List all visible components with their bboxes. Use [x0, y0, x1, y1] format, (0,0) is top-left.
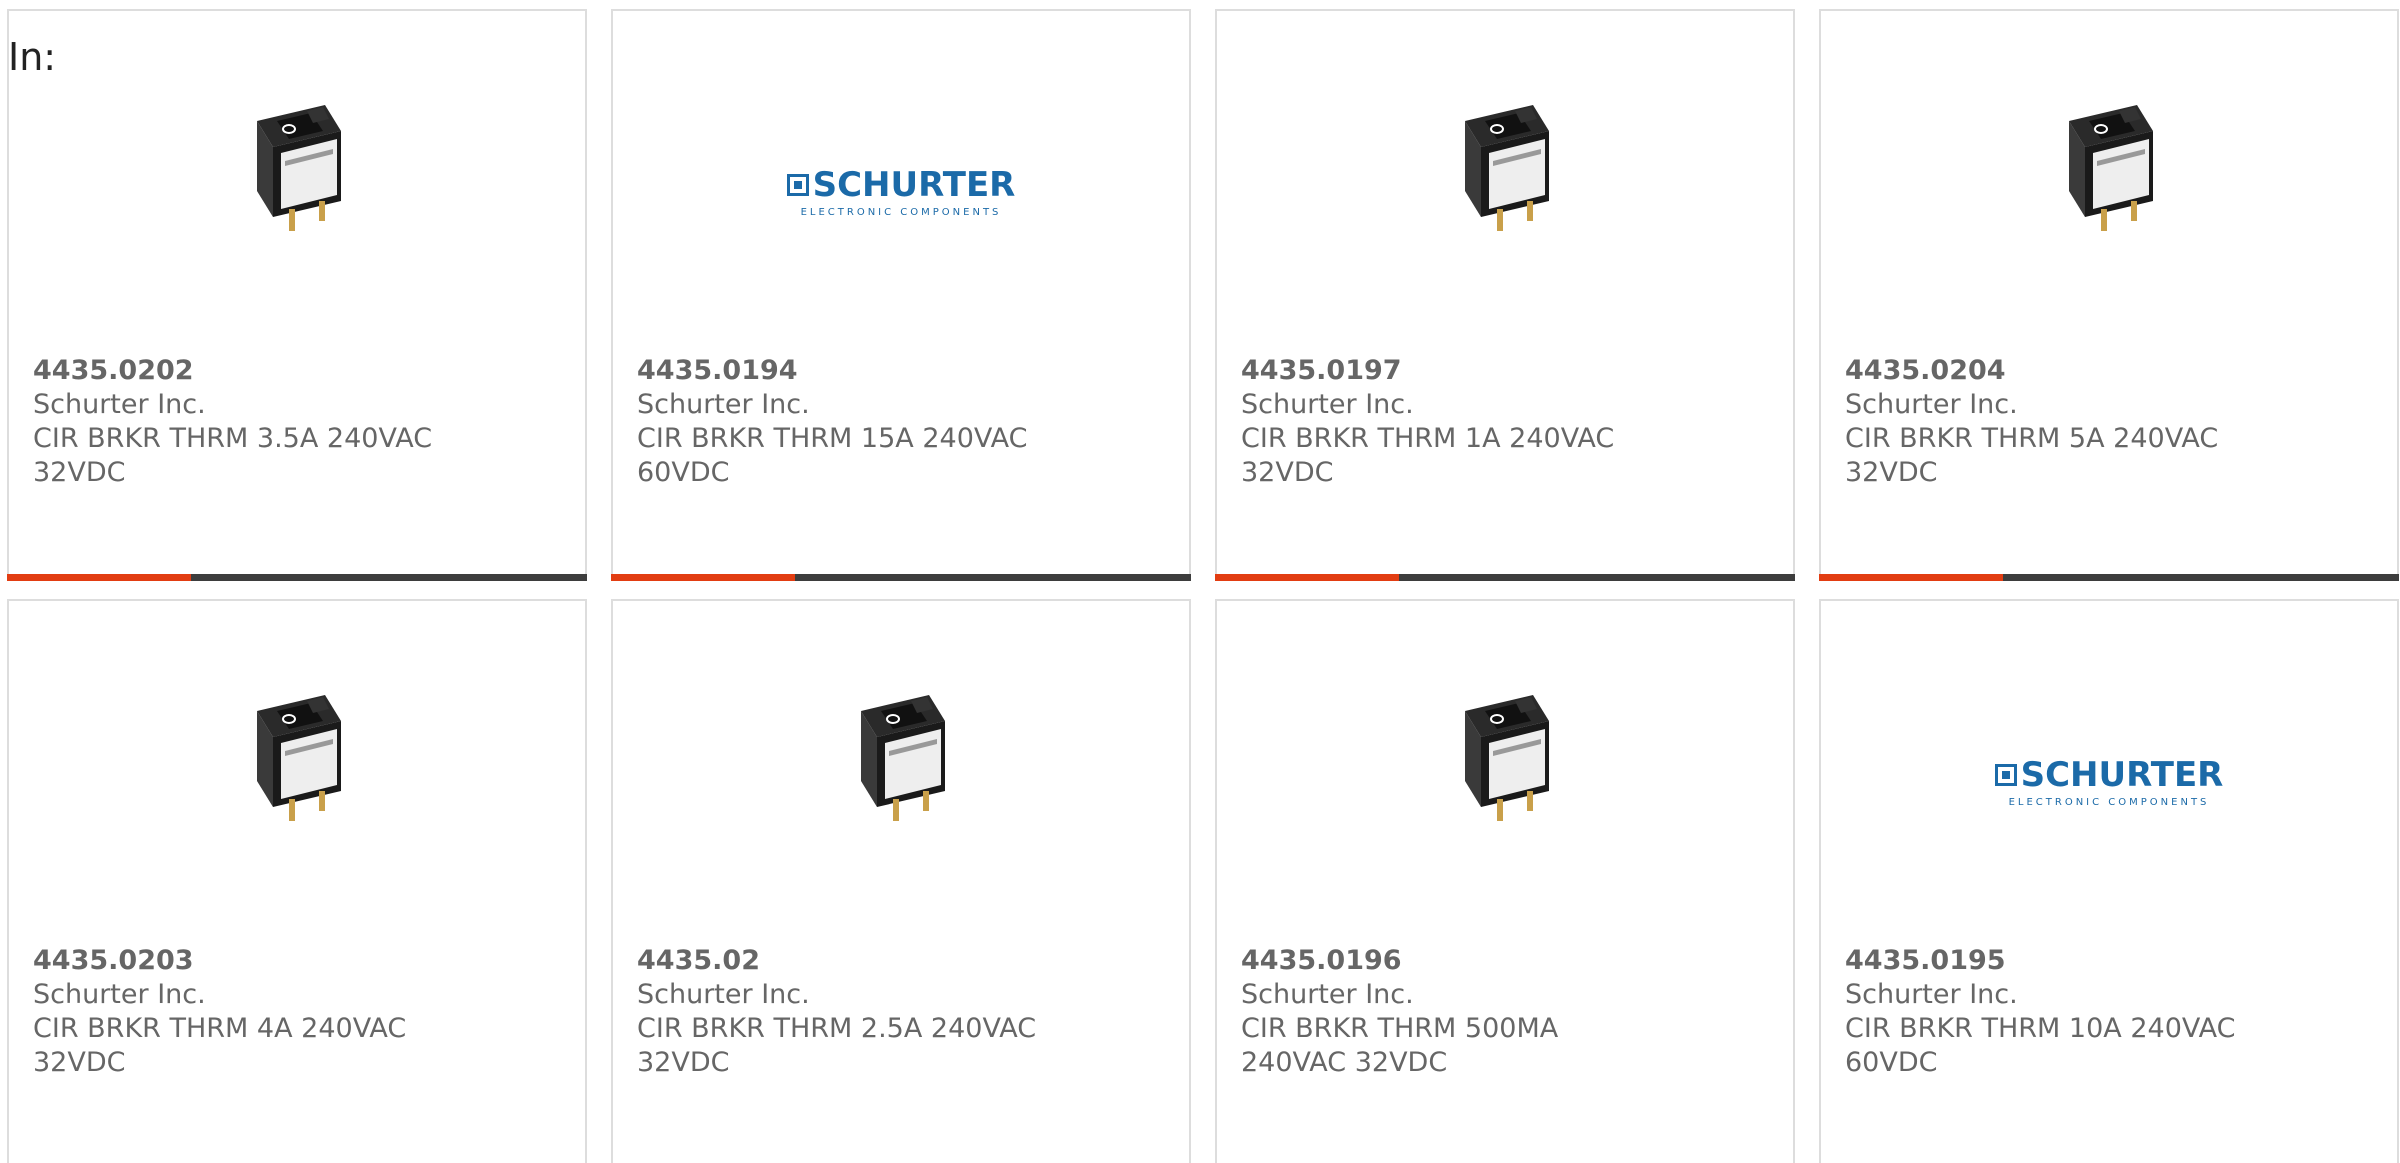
product-card[interactable]: SCHURTER ELECTRONIC COMPONENTS 4435.0194… [611, 9, 1191, 581]
product-info: 4435.0204 Schurter Inc. CIR BRKR THRM 5A… [1845, 354, 2373, 490]
description: CIR BRKR THRM 2.5A 240VAC 32VDC [637, 1013, 1037, 1078]
filter-label: In: [8, 35, 57, 79]
description: CIR BRKR THRM 5A 240VAC 32VDC [1845, 423, 2219, 488]
product-image[interactable] [9, 681, 585, 881]
manufacturer: Schurter Inc. [1845, 389, 2018, 420]
product-info: 4435.0202 Schurter Inc. CIR BRKR THRM 3.… [33, 354, 561, 490]
product-image[interactable] [1217, 681, 1793, 881]
breaker-switch-icon [257, 105, 341, 231]
breaker-switch-icon [861, 695, 945, 821]
breaker-switch-icon [1465, 695, 1549, 821]
schurter-s-mark-icon [786, 174, 809, 196]
part-number[interactable]: 4435.02 [637, 944, 1165, 978]
manufacturer: Schurter Inc. [1845, 979, 2018, 1010]
part-number[interactable]: 4435.0203 [33, 944, 561, 978]
schurter-s-mark-icon [1994, 764, 2017, 786]
product-card[interactable]: 4435.0196 Schurter Inc. CIR BRKR THRM 50… [1215, 599, 1795, 1163]
part-number[interactable]: 4435.0197 [1241, 354, 1769, 388]
manufacturer: Schurter Inc. [637, 979, 810, 1010]
card-bar-accent [1215, 574, 1399, 581]
part-number[interactable]: 4435.0204 [1845, 354, 2373, 388]
logo-name: SCHURTER [2020, 755, 2224, 795]
schurter-logo: SCHURTER ELECTRONIC COMPONENTS [786, 165, 1016, 218]
description: CIR BRKR THRM 3.5A 240VAC 32VDC [33, 423, 433, 488]
product-card[interactable]: 4435.0202 Schurter Inc. CIR BRKR THRM 3.… [7, 9, 587, 581]
product-image[interactable] [1217, 91, 1793, 291]
product-info: 4435.0203 Schurter Inc. CIR BRKR THRM 4A… [33, 944, 561, 1080]
manufacturer: Schurter Inc. [33, 389, 206, 420]
card-bar-accent [611, 574, 795, 581]
part-number[interactable]: 4435.0202 [33, 354, 561, 388]
product-grid: 4435.0202 Schurter Inc. CIR BRKR THRM 3.… [7, 9, 2399, 1163]
logo-tagline: ELECTRONIC COMPONENTS [2008, 797, 2210, 808]
part-number[interactable]: 4435.0194 [637, 354, 1165, 388]
description: CIR BRKR THRM 10A 240VAC 60VDC [1845, 1013, 2236, 1078]
description: CIR BRKR THRM 500MA 240VAC 32VDC [1241, 1013, 1559, 1078]
product-card[interactable]: 4435.0203 Schurter Inc. CIR BRKR THRM 4A… [7, 599, 587, 1163]
logo-name: SCHURTER [812, 165, 1016, 205]
card-bottom-bar [611, 574, 1191, 581]
product-info: 4435.02 Schurter Inc. CIR BRKR THRM 2.5A… [637, 944, 1165, 1080]
product-image[interactable] [9, 91, 585, 291]
product-card[interactable]: SCHURTER ELECTRONIC COMPONENTS 4435.0195… [1819, 599, 2399, 1163]
card-bottom-bar [7, 574, 587, 581]
card-bottom-bar [1819, 574, 2399, 581]
logo-tagline: ELECTRONIC COMPONENTS [800, 207, 1002, 218]
product-info: 4435.0197 Schurter Inc. CIR BRKR THRM 1A… [1241, 354, 1769, 490]
product-image[interactable] [613, 681, 1189, 881]
product-info: 4435.0196 Schurter Inc. CIR BRKR THRM 50… [1241, 944, 1769, 1080]
product-card[interactable]: 4435.0197 Schurter Inc. CIR BRKR THRM 1A… [1215, 9, 1795, 581]
product-image[interactable]: SCHURTER ELECTRONIC COMPONENTS [613, 91, 1189, 291]
manufacturer: Schurter Inc. [637, 389, 810, 420]
product-image[interactable]: SCHURTER ELECTRONIC COMPONENTS [1821, 681, 2397, 881]
breaker-switch-icon [257, 695, 341, 821]
card-bottom-bar [1215, 574, 1795, 581]
description: CIR BRKR THRM 4A 240VAC 32VDC [33, 1013, 407, 1078]
manufacturer: Schurter Inc. [33, 979, 206, 1010]
card-bar-accent [1819, 574, 2003, 581]
product-card[interactable]: 4435.02 Schurter Inc. CIR BRKR THRM 2.5A… [611, 599, 1191, 1163]
page: In: 4435.0202 Schurter Inc. CIR BRKR THR… [0, 0, 2400, 1163]
manufacturer: Schurter Inc. [1241, 389, 1414, 420]
description: CIR BRKR THRM 1A 240VAC 32VDC [1241, 423, 1615, 488]
card-bar-accent [7, 574, 191, 581]
product-info: 4435.0194 Schurter Inc. CIR BRKR THRM 15… [637, 354, 1165, 490]
description: CIR BRKR THRM 15A 240VAC 60VDC [637, 423, 1028, 488]
product-info: 4435.0195 Schurter Inc. CIR BRKR THRM 10… [1845, 944, 2373, 1080]
product-image[interactable] [1821, 91, 2397, 291]
breaker-switch-icon [2069, 105, 2153, 231]
product-card[interactable]: 4435.0204 Schurter Inc. CIR BRKR THRM 5A… [1819, 9, 2399, 581]
manufacturer: Schurter Inc. [1241, 979, 1414, 1010]
part-number[interactable]: 4435.0195 [1845, 944, 2373, 978]
schurter-logo: SCHURTER ELECTRONIC COMPONENTS [1994, 755, 2224, 808]
breaker-switch-icon [1465, 105, 1549, 231]
part-number[interactable]: 4435.0196 [1241, 944, 1769, 978]
